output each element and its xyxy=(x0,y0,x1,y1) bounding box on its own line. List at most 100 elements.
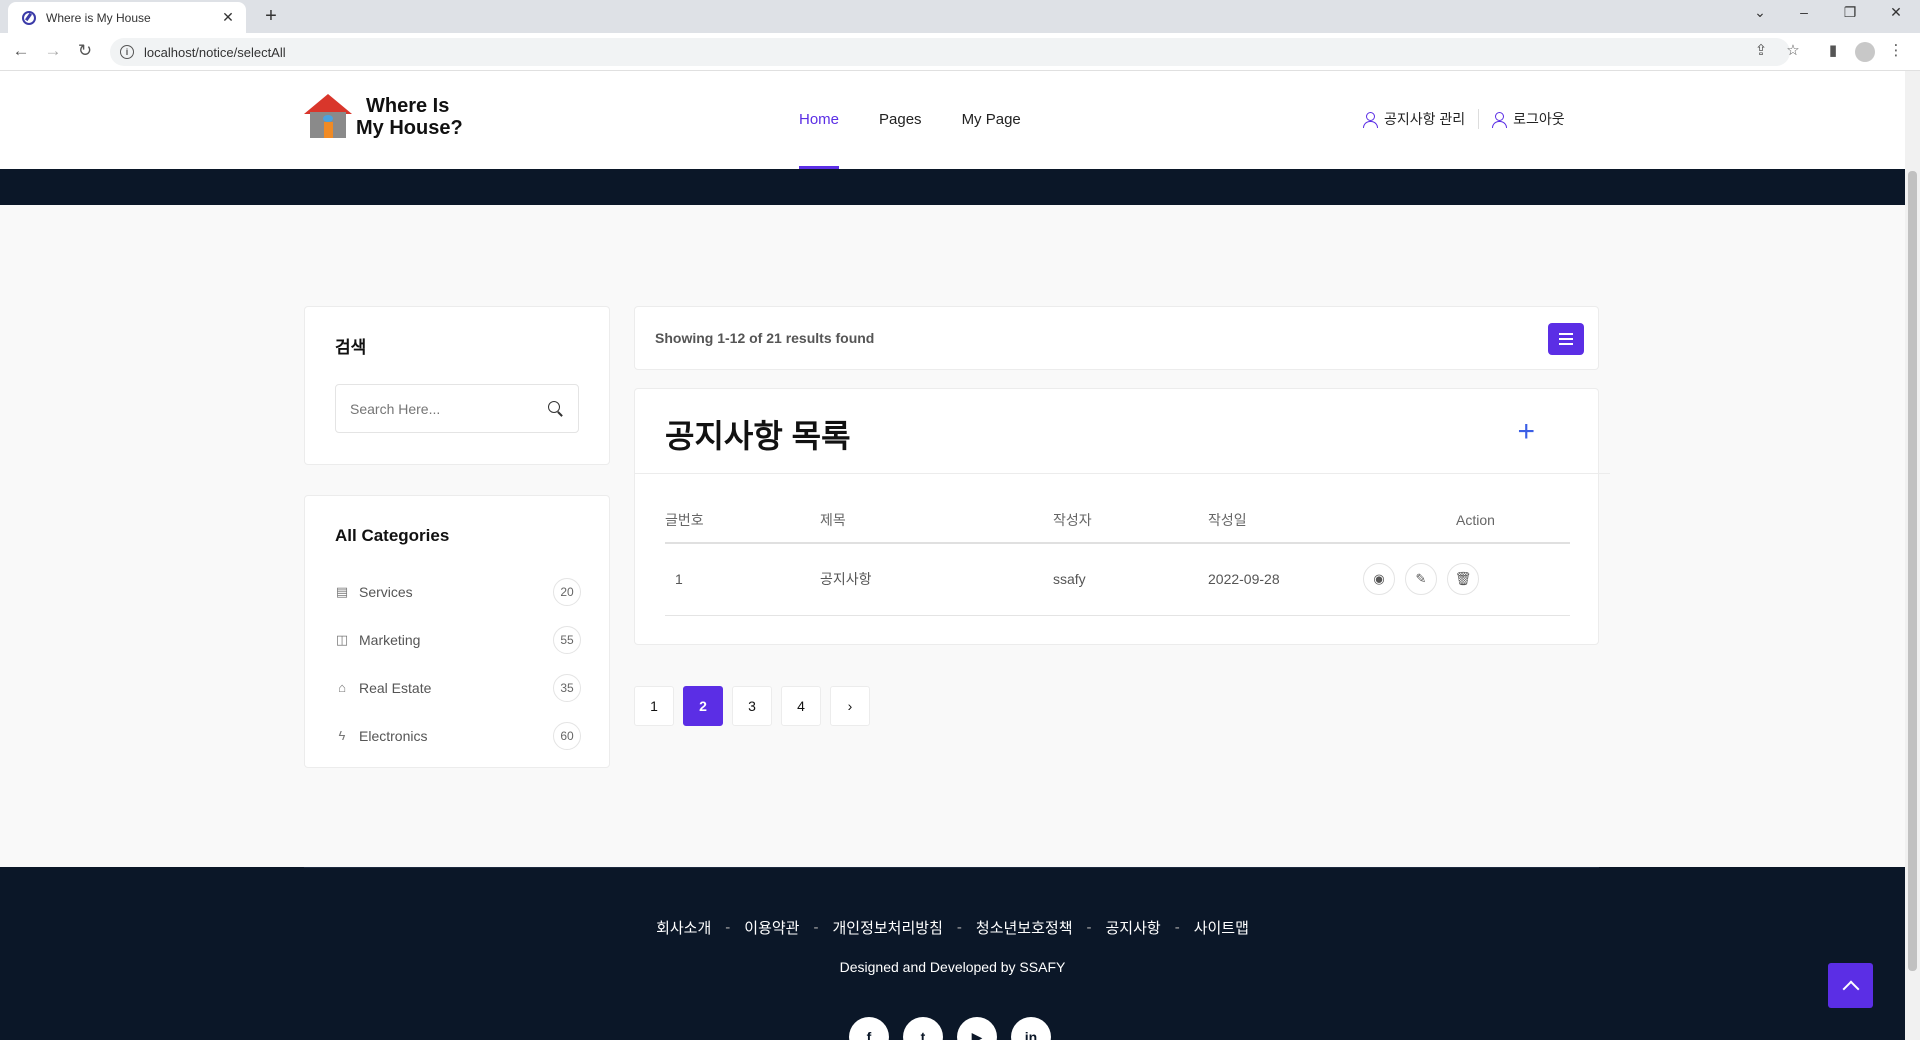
add-notice-button[interactable]: + xyxy=(1517,417,1535,447)
categories-title: All Categories xyxy=(335,526,450,545)
page-2-button[interactable]: 2 xyxy=(683,686,723,726)
browser-tab[interactable]: Where is My House ✕ xyxy=(8,2,246,33)
next-page-chevron-icon[interactable]: › xyxy=(830,686,870,726)
nav-home[interactable]: Home xyxy=(799,71,840,169)
nav-my-page[interactable]: My Page xyxy=(962,71,1021,169)
close-tab-icon[interactable]: ✕ xyxy=(220,9,236,26)
youtube-icon[interactable]: ▶ xyxy=(957,1017,997,1040)
header-divider xyxy=(1478,109,1480,129)
result-count-text: Showing 1-12 of 21 results found xyxy=(655,330,875,346)
category-item-real-estate[interactable]: ⌂ Real Estate 35 xyxy=(335,664,581,712)
footer-link-notice[interactable]: 공지사항 xyxy=(1106,917,1161,938)
category-list: ▤ Services 20 ◫ Marketing 55 ⌂ Real Esta… xyxy=(335,568,581,760)
footer-link-sitemap[interactable]: 사이트맵 xyxy=(1194,917,1249,938)
categories-widget: All Categories ▤ Services 20 ◫ Marketing… xyxy=(304,495,610,768)
header-account-links: 공지사항 관리 로그아웃 xyxy=(1363,109,1565,129)
notice-table: 글번호 제목 작성자 작성일 Action 1 공지사항 ssafy 2022-… xyxy=(665,499,1570,616)
restore-button[interactable]: ❐ xyxy=(1838,4,1862,21)
footer-link-terms[interactable]: 이용약관 xyxy=(744,917,799,938)
category-count: 35 xyxy=(553,674,581,702)
result-summary-bar: Showing 1-12 of 21 results found xyxy=(634,306,1599,370)
search-input[interactable] xyxy=(350,400,548,417)
page-scrollbar[interactable] xyxy=(1905,71,1920,1040)
site-logo[interactable]: Where Is My House? xyxy=(304,94,463,140)
category-label: Real Estate xyxy=(359,680,432,696)
footer-link-privacy[interactable]: 개인정보처리방침 xyxy=(832,917,942,938)
footer-link-company[interactable]: 회사소개 xyxy=(656,917,711,938)
reload-button[interactable]: ↻ xyxy=(74,41,96,61)
url-text[interactable]: localhost/notice/selectAll xyxy=(144,45,286,60)
new-tab-button[interactable]: + xyxy=(260,5,282,28)
table-row: 1 공지사항 ssafy 2022-09-28 ◉ ✎ 🗑 xyxy=(665,543,1570,616)
info-icon[interactable]: i xyxy=(120,45,134,59)
edit-pencil-icon[interactable]: ✎ xyxy=(1405,563,1437,596)
footer-separator: - xyxy=(725,919,731,936)
footer-credit: Designed and Developed by SSAFY xyxy=(839,959,1066,975)
page-3-button[interactable]: 3 xyxy=(732,686,772,726)
site-footer: 회사소개 - 이용약관 - 개인정보처리방침 - 청소년보호정책 - 공지사항 … xyxy=(0,867,1905,1040)
bookmark-star-icon[interactable]: ☆ xyxy=(1782,41,1804,59)
profile-avatar[interactable] xyxy=(1855,42,1875,62)
house-logo-icon xyxy=(304,94,352,140)
url-field[interactable]: i localhost/notice/selectAll xyxy=(110,38,1790,66)
category-count: 55 xyxy=(553,626,581,654)
search-widget: 검색 xyxy=(304,306,610,465)
column-header: 작성자 xyxy=(1053,499,1208,544)
linkedin-icon[interactable]: in xyxy=(1011,1017,1051,1040)
row-title[interactable]: 공지사항 xyxy=(820,543,1053,616)
row-number: 1 xyxy=(665,543,820,616)
favicon-icon xyxy=(22,10,36,25)
tab-search-icon[interactable]: ⌄ xyxy=(1748,4,1772,21)
category-item-marketing[interactable]: ◫ Marketing 55 xyxy=(335,616,581,664)
user-icon xyxy=(1492,112,1508,128)
category-item-electronics[interactable]: ϟ Electronics 60 xyxy=(335,712,581,760)
logo-text: Where Is My House? xyxy=(356,95,463,139)
tab-title: Where is My House xyxy=(46,10,151,25)
logout-link[interactable]: 로그아웃 xyxy=(1513,109,1565,129)
footer-separator: - xyxy=(1174,919,1180,936)
notice-admin-link[interactable]: 공지사항 관리 xyxy=(1384,109,1465,129)
footer-separator: - xyxy=(956,919,962,936)
scrollbar-thumb[interactable] xyxy=(1908,171,1917,971)
minimize-button[interactable]: – xyxy=(1792,4,1816,20)
row-actions: ◉ ✎ 🗑 xyxy=(1363,543,1570,616)
table-header-row: 글번호 제목 작성자 작성일 Action xyxy=(665,499,1570,544)
footer-links: 회사소개 - 이용약관 - 개인정보처리방침 - 청소년보호정책 - 공지사항 … xyxy=(0,917,1905,938)
pagination: 1 2 3 4 › xyxy=(634,686,870,726)
list-view-button[interactable] xyxy=(1548,323,1584,355)
category-item-services[interactable]: ▤ Services 20 xyxy=(335,568,581,616)
delete-trash-icon[interactable]: 🗑 xyxy=(1447,563,1479,596)
back-button[interactable]: ← xyxy=(10,41,32,61)
share-icon[interactable]: ⇪ xyxy=(1750,41,1772,59)
site-header: Where Is My House? Home Pages My Page 공지… xyxy=(0,71,1905,169)
view-eye-icon[interactable]: ◉ xyxy=(1363,563,1395,596)
side-panel-icon[interactable]: ▮ xyxy=(1822,41,1844,59)
document-icon: ▤ xyxy=(335,584,349,599)
forward-button[interactable]: → xyxy=(42,41,64,61)
scroll-to-top-button[interactable] xyxy=(1828,963,1873,1008)
page-1-button[interactable]: 1 xyxy=(634,686,674,726)
twitter-icon[interactable]: t xyxy=(903,1017,943,1040)
divider xyxy=(635,473,1610,474)
address-bar: ← → ↻ i localhost/notice/selectAll ⇪ ☆ ▮… xyxy=(0,33,1920,71)
page-4-button[interactable]: 4 xyxy=(781,686,821,726)
row-date: 2022-09-28 xyxy=(1208,543,1363,616)
browser-tab-bar: Where is My House ✕ + ⌄ – ❐ ✕ xyxy=(0,0,1920,33)
close-window-button[interactable]: ✕ xyxy=(1884,4,1908,21)
category-count: 60 xyxy=(553,722,581,750)
footer-separator: - xyxy=(1086,919,1092,936)
row-author: ssafy xyxy=(1053,543,1208,616)
footer-divider xyxy=(304,867,1599,868)
column-header: 글번호 xyxy=(665,499,820,544)
facebook-icon[interactable]: f xyxy=(849,1017,889,1040)
category-label: Electronics xyxy=(359,728,428,744)
column-header: Action xyxy=(1363,499,1570,544)
footer-link-youth[interactable]: 청소년보호정책 xyxy=(976,917,1073,938)
footer-separator: - xyxy=(813,919,819,936)
category-label: Services xyxy=(359,584,413,600)
column-header: 제목 xyxy=(820,499,1053,544)
menu-dots-icon[interactable]: ⋮ xyxy=(1885,41,1907,59)
nav-pages[interactable]: Pages xyxy=(879,71,922,169)
search-icon[interactable] xyxy=(548,400,564,417)
column-header: 작성일 xyxy=(1208,499,1363,544)
